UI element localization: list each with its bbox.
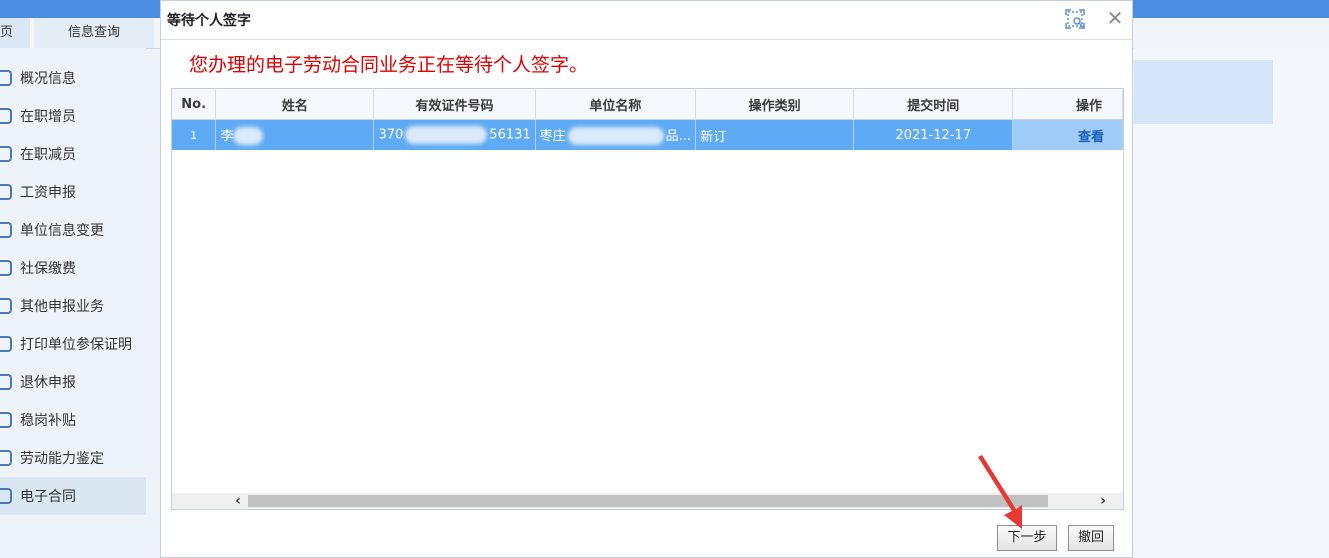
sidebar-item-overview[interactable]: 概况信息 [0, 59, 146, 97]
dialog-header: 等待个人签字 ✕ [161, 1, 1132, 40]
records-grid: No. 姓名 有效证件号码 单位名称 操作类别 提交时间 操作 1 李 370 5… [171, 88, 1124, 510]
cell-no: 1 [172, 119, 217, 150]
background-highlight [1134, 60, 1273, 124]
star-icon [0, 298, 12, 314]
user-add-icon [0, 108, 12, 124]
document-icon [0, 450, 12, 466]
table-row[interactable]: 1 李 370 56131 枣庄 品... 新订 2021-12-17 查看 [172, 119, 1123, 150]
sidebar-item-print-certificate[interactable]: 打印单位参保证明 [0, 325, 146, 363]
close-icon[interactable]: ✕ [1105, 7, 1125, 29]
sidebar-item-other-business[interactable]: 其他申报业务 [0, 287, 146, 325]
sidebar-item-job-subsidy[interactable]: 稳岗补贴 [0, 401, 146, 439]
sidebar-item-social-payment[interactable]: 社保缴费 [0, 249, 146, 287]
pointer-arrow-icon [978, 455, 1022, 529]
user-edit-icon [0, 374, 12, 390]
user-search-icon [0, 412, 12, 428]
cell-op-type: 新订 [695, 119, 855, 150]
contract-icon [0, 488, 12, 504]
tab-info-query[interactable]: 信息查询 [34, 18, 154, 48]
cell-company: 枣庄 品... [535, 119, 697, 150]
dialog-message: 您办理的电子劳动合同业务正在等待个人签字。 [189, 54, 589, 76]
col-header-id-number: 有效证件号码 [373, 89, 536, 120]
yen-icon [0, 184, 12, 200]
scroll-left-icon[interactable]: ‹ [230, 493, 246, 509]
cell-name: 李 [215, 119, 375, 150]
sidebar-item-add-staff[interactable]: 在职增员 [0, 97, 146, 135]
sidebar: 概况信息 在职增员 在职减员 工资申报 单位信息变更 社保缴费 其他申报业务 打… [0, 48, 146, 558]
table-header-row: No. 姓名 有效证件号码 单位名称 操作类别 提交时间 操作 [172, 89, 1123, 120]
edit-icon [0, 222, 12, 238]
col-header-action: 操作 [1012, 89, 1123, 120]
col-header-company: 单位名称 [535, 89, 697, 120]
overview-icon [0, 70, 12, 86]
sidebar-item-labor-ability[interactable]: 劳动能力鉴定 [0, 439, 146, 477]
withdraw-button[interactable]: 撤回 [1068, 525, 1114, 551]
cell-submit-time: 2021-12-17 [853, 119, 1014, 150]
col-header-name: 姓名 [215, 89, 375, 120]
redaction-mask [233, 127, 264, 146]
expand-icon[interactable] [1065, 9, 1085, 29]
records-table: No. 姓名 有效证件号码 单位名称 操作类别 提交时间 操作 1 李 370 5… [172, 89, 1123, 150]
sidebar-item-reduce-staff[interactable]: 在职减员 [0, 135, 146, 173]
scroll-right-icon[interactable]: › [1095, 493, 1111, 509]
col-header-no: No. [172, 89, 217, 120]
sidebar-item-unit-change[interactable]: 单位信息变更 [0, 211, 146, 249]
redaction-mask [405, 126, 488, 144]
user-remove-icon [0, 146, 12, 162]
redaction-mask [567, 127, 664, 146]
payment-icon [0, 260, 12, 276]
dialog-title: 等待个人签字 [167, 13, 251, 29]
cell-id-number: 370 56131 [373, 119, 536, 150]
sidebar-item-retirement[interactable]: 退休申报 [0, 363, 146, 401]
sidebar-item-e-contract[interactable]: 电子合同 [0, 477, 146, 515]
print-user-icon [0, 336, 12, 352]
view-link[interactable]: 查看 [1012, 119, 1123, 150]
background-content [1134, 48, 1329, 558]
scroll-thumb[interactable] [248, 495, 1048, 507]
col-header-submit-time: 提交时间 [853, 89, 1014, 120]
sidebar-item-wage-declare[interactable]: 工资申报 [0, 173, 146, 211]
col-header-op-type: 操作类别 [695, 89, 855, 120]
tab-home[interactable]: 页 [0, 18, 30, 48]
